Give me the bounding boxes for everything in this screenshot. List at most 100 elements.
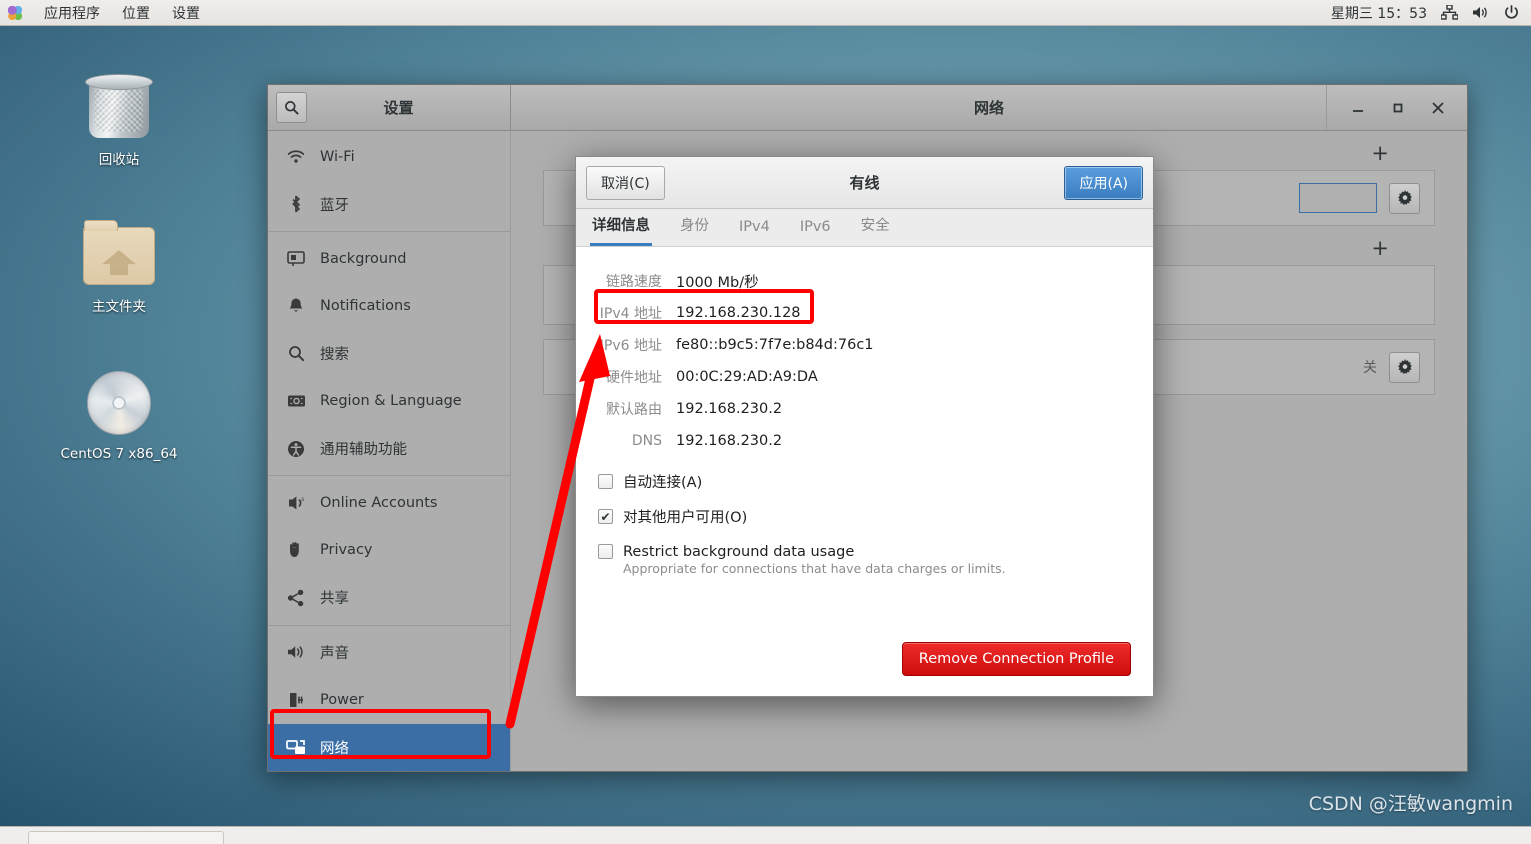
detail-row-ipv6-address: IPv6 地址 fe80::b9c5:7f7e:b84d:76c1 (598, 329, 1131, 361)
checkbox-sublabel: Appropriate for connections that have da… (623, 561, 1006, 576)
background-icon (286, 250, 306, 267)
available-to-others-checkbox[interactable]: ✔ (598, 509, 613, 524)
desktop-icon-home[interactable]: 主文件夹 (54, 215, 184, 315)
sidebar-item-privacy[interactable]: Privacy (268, 527, 510, 574)
network-icon (286, 739, 306, 756)
sidebar-divider (268, 230, 510, 232)
checkbox-row-restrict-background[interactable]: ✔ Restrict background data usage Appropr… (598, 541, 1131, 576)
proxy-settings-button[interactable] (1389, 351, 1420, 383)
desktop-icon-centos-disc[interactable]: CentOS 7 x86_64 (54, 362, 184, 462)
region-language-icon (286, 394, 306, 408)
volume-icon[interactable] (1472, 5, 1490, 20)
svg-text:s: s (301, 497, 304, 503)
taskbar (0, 826, 1531, 844)
minimize-button[interactable] (1351, 101, 1365, 115)
sidebar-item-label: Region & Language (320, 393, 462, 410)
trash-icon (54, 68, 184, 150)
apply-button[interactable]: 应用(A) (1064, 165, 1143, 200)
sidebar-item-accessibility[interactable]: 通用辅助功能 (268, 425, 510, 472)
sidebar-item-label: 通用辅助功能 (320, 442, 407, 459)
desktop-icon-label: 回收站 (98, 152, 140, 168)
sidebar-item-label: 共享 (320, 591, 349, 608)
privacy-hand-icon (286, 541, 306, 559)
checkbox-label: 对其他用户可用(O) (623, 510, 748, 526)
page-title: 网络 (973, 99, 1004, 117)
detail-label: 链路速度 (606, 274, 662, 290)
dialog-tabs: 详细信息 身份 IPv4 IPv6 安全 (576, 209, 1153, 247)
detail-row-default-route: 默认路由 192.168.230.2 (598, 393, 1131, 425)
detail-value: 192.168.230.128 (676, 305, 801, 321)
sidebar-item-sharing[interactable]: 共享 (268, 574, 510, 621)
sidebar-item-network[interactable]: 网络 (268, 723, 510, 772)
home-folder-icon (54, 215, 184, 297)
dialog-header: 取消(C) 有线 应用(A) (576, 157, 1153, 209)
tab-identity[interactable]: 身份 (678, 214, 711, 246)
sidebar-item-wifi[interactable]: Wi-Fi (268, 133, 510, 180)
sharing-icon (286, 589, 306, 607)
detail-label: 硬件地址 (606, 370, 662, 386)
system-menu[interactable]: 设置 (172, 3, 200, 23)
autoconnect-checkbox[interactable]: ✔ (598, 474, 613, 489)
add-vpn-button[interactable]: + (1371, 238, 1389, 259)
sidebar-item-label: Background (320, 250, 407, 267)
dialog-body: 链路速度 1000 Mb/秒 IPv4 地址 192.168.230.128 I… (576, 247, 1153, 642)
sidebar-item-online-accounts[interactable]: s Online Accounts (268, 479, 510, 526)
sidebar-divider (268, 475, 510, 477)
sidebar-item-search[interactable]: 搜索 (268, 330, 510, 377)
wired-field[interactable] (1299, 183, 1377, 213)
sidebar-item-bluetooth[interactable]: 蓝牙 (268, 180, 510, 227)
detail-value: 192.168.230.2 (676, 433, 783, 449)
cancel-button[interactable]: 取消(C) (586, 165, 665, 200)
search-icon (285, 101, 299, 115)
detail-row-dns: DNS 192.168.230.2 (598, 425, 1131, 457)
desktop-icon-trash[interactable]: 回收站 (54, 68, 184, 168)
sound-icon (286, 644, 306, 660)
wifi-icon (286, 150, 306, 164)
network-icon[interactable] (1441, 5, 1458, 20)
sidebar-item-power[interactable]: Power (268, 676, 510, 723)
sidebar-item-label: 蓝牙 (320, 197, 349, 214)
detail-label: 默认路由 (606, 402, 662, 418)
window-controls (1326, 85, 1467, 130)
power-plug-icon (286, 691, 306, 709)
checkbox-label: 自动连接(A) (623, 475, 703, 491)
sidebar-item-label: 搜索 (320, 347, 349, 364)
places-menu[interactable]: 位置 (122, 3, 150, 23)
connection-details-list: 链路速度 1000 Mb/秒 IPv4 地址 192.168.230.128 I… (598, 265, 1131, 457)
power-icon[interactable] (1504, 5, 1519, 20)
checkbox-row-autoconnect[interactable]: ✔ 自动连接(A) (598, 471, 1131, 492)
search-button[interactable] (276, 92, 307, 123)
taskbar-window-button[interactable] (28, 831, 224, 844)
tab-ipv4[interactable]: IPv4 (737, 219, 772, 246)
wired-settings-button[interactable] (1389, 182, 1420, 214)
maximize-button[interactable] (1391, 101, 1405, 115)
clock-label[interactable]: 星期三 15：53 (1331, 3, 1427, 23)
sidebar-item-label: Notifications (320, 298, 411, 315)
window-titlebar: 设置 网络 (268, 85, 1467, 131)
checkbox-row-available-to-others[interactable]: ✔ 对其他用户可用(O) (598, 506, 1131, 527)
top-panel-status: 星期三 15：53 (1331, 3, 1531, 23)
sidebar-item-label: Power (320, 691, 364, 708)
remove-connection-profile-button[interactable]: Remove Connection Profile (901, 642, 1131, 676)
applications-menu[interactable]: 应用程序 (44, 3, 100, 23)
desktop-icon-label: CentOS 7 x86_64 (60, 446, 178, 462)
sidebar-item-notifications[interactable]: Notifications (268, 282, 510, 329)
dialog-footer: Remove Connection Profile (576, 642, 1153, 696)
detail-label: IPv4 地址 (599, 306, 662, 322)
sidebar-item-label: Wi-Fi (320, 148, 355, 165)
sidebar-item-label: 网络 (320, 740, 349, 757)
restrict-background-checkbox[interactable]: ✔ (598, 544, 613, 559)
tab-security[interactable]: 安全 (859, 214, 892, 246)
add-wired-button[interactable]: + (1371, 143, 1389, 164)
tab-ipv6[interactable]: IPv6 (798, 219, 833, 246)
tab-details[interactable]: 详细信息 (590, 214, 652, 246)
sidebar-item-background[interactable]: Background (268, 235, 510, 282)
sidebar-title: 设置 (383, 99, 414, 117)
wired-settings-dialog: 取消(C) 有线 应用(A) 详细信息 身份 IPv4 IPv6 安全 链路速度… (575, 156, 1154, 697)
sidebar-item-region-language[interactable]: Region & Language (268, 377, 510, 424)
sidebar-item-sound[interactable]: 声音 (268, 629, 510, 676)
settings-sidebar: Wi-Fi 蓝牙 Background Notifications 搜索 Reg… (268, 131, 511, 772)
detail-row-link-speed: 链路速度 1000 Mb/秒 (598, 265, 1131, 297)
close-button[interactable] (1431, 101, 1445, 115)
gnome-foot-icon (8, 5, 22, 20)
